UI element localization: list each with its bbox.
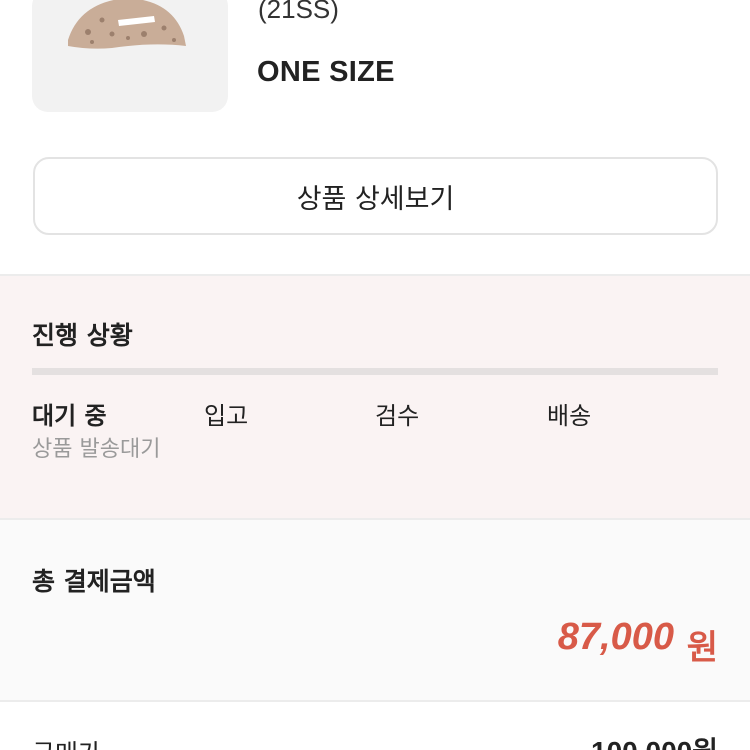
step-shipping: 배송 — [547, 402, 592, 430]
progress-bar — [32, 368, 718, 375]
product-detail-button[interactable]: 상품 상세보기 — [33, 157, 718, 235]
purchase-price-label: 구매가 — [32, 734, 101, 750]
product-size: ONE SIZE — [257, 56, 395, 88]
section-divider — [0, 700, 750, 702]
payment-total-unit: 원 — [686, 628, 718, 668]
progress-section: 진행 상황 대기 중 입고 검수 배송 상품 발송대기 — [0, 276, 750, 520]
step-waiting: 대기 중 — [32, 402, 107, 430]
payment-total-amount: 87,000 — [557, 616, 674, 658]
step-inspection: 검수 — [375, 402, 420, 430]
payment-total-section: 총 결제금액 87,000 원 — [0, 520, 750, 701]
payment-total-title: 총 결제금액 — [32, 567, 156, 596]
product-detail-label: 상품 상세보기 — [296, 183, 455, 215]
purchase-price-value: 100,000원 — [591, 730, 718, 750]
progress-title: 진행 상황 — [32, 321, 133, 350]
product-image[interactable] — [32, 0, 228, 112]
current-step-description: 상품 발송대기 — [32, 437, 161, 462]
product-edition: (21SS) — [258, 0, 339, 24]
step-received: 입고 — [204, 402, 249, 430]
cap-product-icon — [68, 0, 186, 49]
